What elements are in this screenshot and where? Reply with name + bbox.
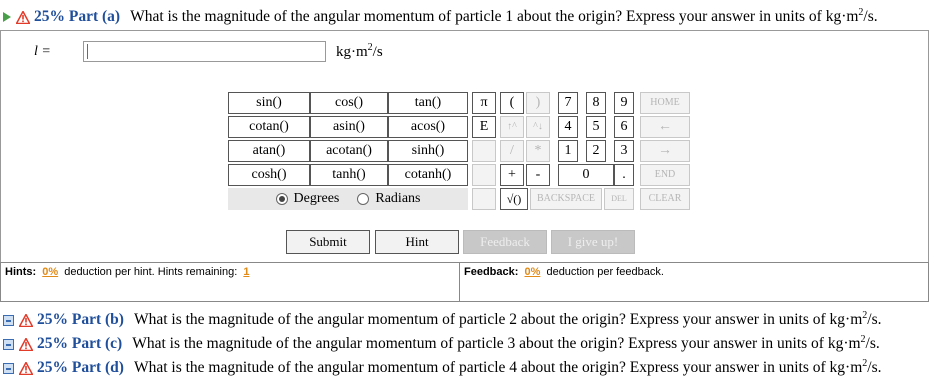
feedback-button[interactable]: Feedback bbox=[463, 230, 547, 254]
clear-key[interactable]: CLEAR bbox=[640, 188, 690, 210]
feedback-deduction-pct: 0% bbox=[524, 266, 541, 278]
divider bbox=[0, 30, 929, 31]
backspace-key[interactable]: BACKSPACE bbox=[530, 188, 602, 210]
radians-radio[interactable] bbox=[357, 193, 370, 205]
expand-play-icon[interactable] bbox=[3, 12, 11, 22]
part-c-percent: 25% Part (c) bbox=[37, 335, 123, 352]
cos-button[interactable]: cos() bbox=[310, 92, 388, 114]
answer-unit: kg·m2/s bbox=[336, 42, 383, 60]
end-key[interactable]: END bbox=[640, 164, 690, 186]
part-b-header[interactable]: 25% Part (b) What is the magnitude of th… bbox=[0, 309, 882, 331]
cosh-button[interactable]: cosh() bbox=[228, 164, 310, 186]
hints-text: deduction per hint. Hints remaining: bbox=[64, 266, 238, 278]
digit-6-key[interactable]: 6 bbox=[614, 116, 634, 138]
digit-4-key[interactable]: 4 bbox=[558, 116, 578, 138]
warning-icon bbox=[19, 313, 33, 327]
acos-button[interactable]: acos() bbox=[388, 116, 468, 138]
digit-1-key[interactable]: 1 bbox=[558, 140, 578, 162]
digit-9-key[interactable]: 9 bbox=[614, 92, 634, 114]
right-paren-key[interactable]: ) bbox=[526, 92, 550, 114]
cotanh-button[interactable]: cotanh() bbox=[388, 164, 468, 186]
cursor-left-key[interactable]: ← bbox=[640, 116, 690, 138]
digit-5-key[interactable]: 5 bbox=[586, 116, 606, 138]
hints-label: Hints: bbox=[5, 266, 37, 278]
superscript-down-key[interactable]: ^↓ bbox=[526, 116, 550, 138]
collapse-icon[interactable] bbox=[3, 338, 14, 350]
part-d-header[interactable]: 25% Part (d) What is the magnitude of th… bbox=[0, 357, 882, 379]
sin-button[interactable]: sin() bbox=[228, 92, 310, 114]
digit-8-key[interactable]: 8 bbox=[586, 92, 606, 114]
text-caret bbox=[87, 44, 88, 59]
part-c-question: What is the magnitude of the angular mom… bbox=[132, 334, 880, 353]
feedback-text: deduction per feedback. bbox=[546, 266, 664, 278]
part-c-header[interactable]: 25% Part (c) What is the magnitude of th… bbox=[0, 333, 880, 355]
digit-0-key[interactable]: 0 bbox=[558, 164, 614, 186]
tan-button[interactable]: tan() bbox=[388, 92, 468, 114]
sqrt-key[interactable]: √() bbox=[500, 188, 528, 210]
cotan-button[interactable]: cotan() bbox=[228, 116, 310, 138]
collapse-icon[interactable] bbox=[3, 362, 14, 374]
delete-key[interactable]: DEL bbox=[604, 188, 634, 210]
feedback-label: Feedback: bbox=[464, 266, 519, 278]
left-paren-key[interactable]: ( bbox=[500, 92, 524, 114]
part-a-header[interactable]: 25% Part (a) What is the magnitude of th… bbox=[0, 6, 878, 28]
pi-key[interactable]: π bbox=[472, 92, 496, 114]
submit-button[interactable]: Submit bbox=[286, 230, 370, 254]
e-key[interactable]: E bbox=[472, 116, 496, 138]
atan-button[interactable]: atan() bbox=[228, 140, 310, 162]
warning-icon bbox=[19, 337, 33, 351]
answer-label: l = bbox=[34, 44, 51, 59]
hint-button[interactable]: Hint bbox=[375, 230, 459, 254]
part-d-question: What is the magnitude of the angular mom… bbox=[133, 358, 882, 377]
divide-key[interactable]: / bbox=[500, 140, 524, 162]
frame-border bbox=[0, 30, 1, 262]
hints-panel: Hints: 0% deduction per hint. Hints rema… bbox=[0, 262, 460, 302]
collapse-icon[interactable] bbox=[3, 314, 14, 326]
hint-deduction-pct: 0% bbox=[42, 266, 59, 278]
acotan-button[interactable]: acotan() bbox=[310, 140, 388, 162]
blank-key bbox=[472, 140, 496, 162]
hints-remaining: 1 bbox=[243, 266, 250, 278]
plus-key[interactable]: + bbox=[500, 164, 524, 186]
give-up-button[interactable]: I give up! bbox=[551, 230, 635, 254]
multiply-key[interactable]: * bbox=[526, 140, 550, 162]
digit-3-key[interactable]: 3 bbox=[614, 140, 634, 162]
sinh-button[interactable]: sinh() bbox=[388, 140, 468, 162]
angle-mode-row: Degrees Radians bbox=[228, 188, 468, 210]
feedback-panel: Feedback: 0% deduction per feedback. bbox=[460, 262, 929, 302]
part-a-percent: 25% Part (a) bbox=[34, 8, 121, 25]
part-b-question: What is the magnitude of the angular mom… bbox=[133, 310, 882, 329]
digit-7-key[interactable]: 7 bbox=[558, 92, 578, 114]
answer-input[interactable] bbox=[83, 41, 326, 62]
part-b-percent: 25% Part (b) bbox=[37, 311, 124, 328]
part-d-percent: 25% Part (d) bbox=[37, 359, 124, 376]
radians-label: Radians bbox=[375, 191, 421, 206]
asin-button[interactable]: asin() bbox=[310, 116, 388, 138]
cursor-right-key[interactable]: → bbox=[640, 140, 690, 162]
superscript-up-key[interactable]: ↑^ bbox=[500, 116, 524, 138]
home-key[interactable]: HOME bbox=[640, 92, 690, 114]
tanh-button[interactable]: tanh() bbox=[310, 164, 388, 186]
digit-2-key[interactable]: 2 bbox=[586, 140, 606, 162]
blank-key bbox=[472, 188, 496, 210]
warning-icon bbox=[16, 10, 30, 24]
decimal-key[interactable]: . bbox=[614, 164, 634, 186]
minus-key[interactable]: - bbox=[526, 164, 550, 186]
part-a-question: What is the magnitude of the angular mom… bbox=[130, 7, 878, 26]
blank-key bbox=[472, 164, 496, 186]
degrees-radio[interactable] bbox=[275, 193, 288, 205]
degrees-label: Degrees bbox=[293, 191, 340, 206]
warning-icon bbox=[19, 361, 33, 375]
